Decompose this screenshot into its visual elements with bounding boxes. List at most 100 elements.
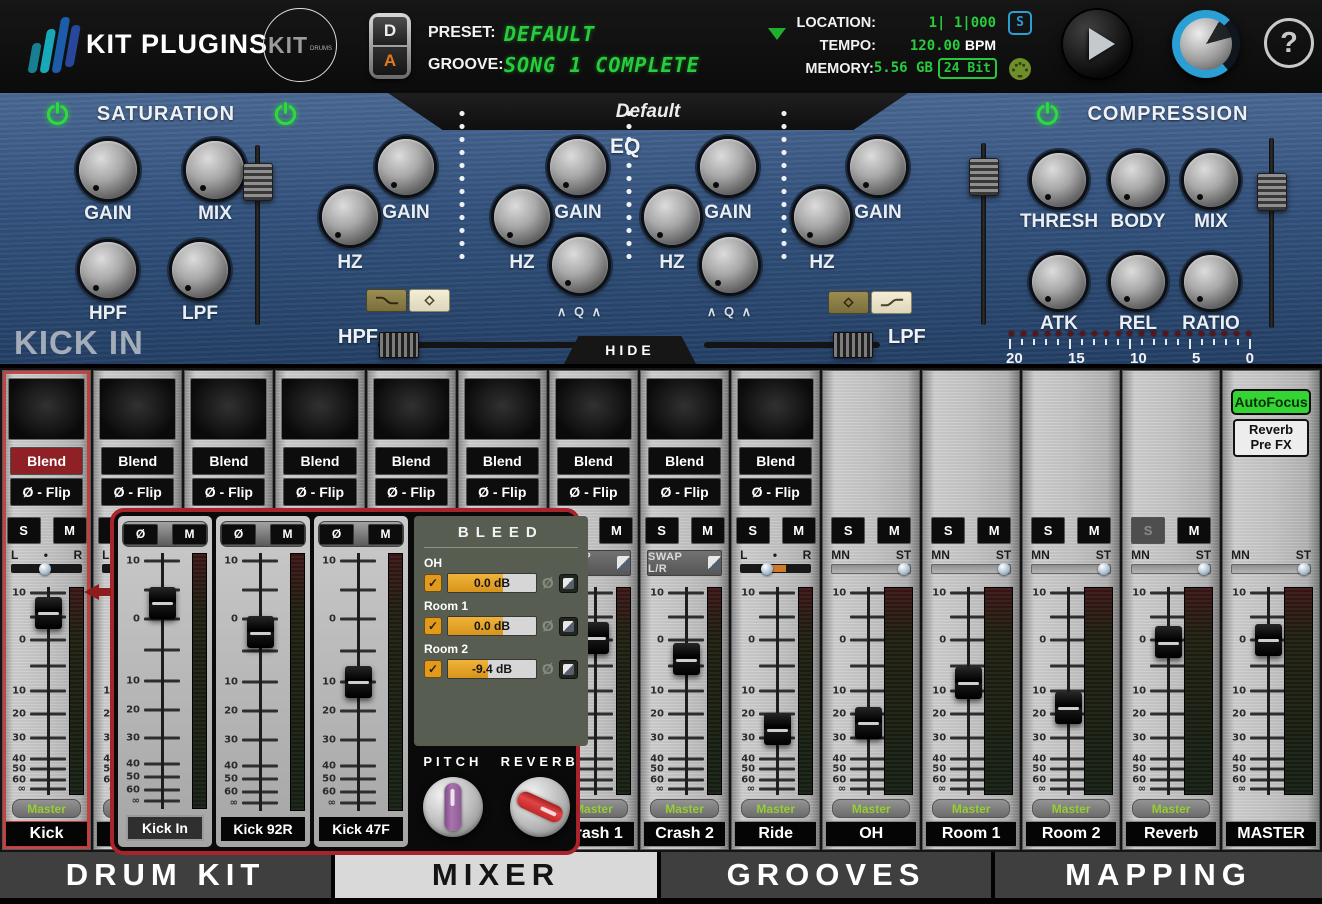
comp-mix-knob[interactable] [1184,153,1238,207]
master-route-button[interactable]: Master [932,799,1010,818]
eq-shape-bell-button[interactable] [409,289,450,312]
comp-attack-knob[interactable] [1032,255,1086,309]
eq-band-2-freq-knob[interactable] [494,189,550,245]
mute-button[interactable]: M [877,517,911,544]
pitch-knob[interactable] [423,777,483,837]
tab-grooves[interactable]: GROOVES [661,852,991,898]
blend-button[interactable]: Blend [739,447,812,475]
channel-name[interactable]: Kick [5,821,88,847]
blend-button[interactable]: Blend [10,447,83,475]
pan-control[interactable]: MNST [831,548,911,580]
eq-band-2-gain-knob[interactable] [550,139,606,195]
comp-thresh-knob[interactable] [1032,153,1086,207]
pan-control[interactable]: MNST [1031,548,1111,580]
fader-handle[interactable] [345,666,372,698]
phase-button[interactable]: Ø [319,524,354,545]
eq-output-slider[interactable] [981,143,986,325]
mute-button[interactable]: M [691,517,725,544]
saturation-hpf-knob[interactable] [80,242,136,298]
pan-control[interactable]: MNST [1131,548,1211,580]
pan-track[interactable] [1131,564,1211,574]
pan-handle[interactable] [1198,563,1210,575]
fader-handle[interactable] [955,667,982,699]
pan-handle[interactable] [1298,563,1310,575]
channel-name[interactable]: MASTER [1225,821,1317,847]
fader-handle[interactable] [764,713,791,745]
autofocus-button[interactable]: AutoFocus [1231,389,1311,415]
pan-handle[interactable] [998,563,1010,575]
groove-value[interactable]: SONG 1 COMPLETE [504,53,700,77]
pan-control[interactable]: L•R [740,548,811,580]
master-route-button[interactable]: Master [1132,799,1210,818]
swap-lr-button[interactable]: SWAP L/R [647,550,722,576]
tab-mixer[interactable]: MIXER [335,852,657,898]
eq-band-3-q-knob[interactable] [702,237,758,293]
channel-name[interactable]: Room 1 [925,821,1017,847]
reverb-knob[interactable] [510,777,570,837]
phase-flip-button[interactable]: Ø - Flip [648,478,721,506]
eq-shape-bell-button[interactable] [828,291,869,314]
mute-button[interactable]: M [977,517,1011,544]
master-route-button[interactable]: Master [12,799,81,818]
bleed-level-slider[interactable]: 0.0 dB [447,573,537,593]
solo-button[interactable]: S [645,517,679,544]
eq-band-4-gain-knob[interactable] [850,139,906,195]
eq-band-2-q-knob[interactable] [552,237,608,293]
mic-name[interactable]: Kick 47F [319,817,403,841]
saturation-gain-knob[interactable] [79,141,137,199]
pan-control[interactable]: MNST [931,548,1011,580]
hpf-slider-handle[interactable] [379,332,419,358]
master-route-button[interactable]: Master [650,799,719,818]
eq-band-4-freq-knob[interactable] [794,189,850,245]
eq-shape-shelfR-button[interactable] [871,291,912,314]
slider-handle[interactable] [243,163,273,201]
phase-flip-button[interactable]: Ø - Flip [466,478,539,506]
phase-flip-button[interactable]: Ø - Flip [739,478,812,506]
pan-track[interactable] [11,564,82,573]
pan-handle[interactable] [898,563,910,575]
mute-button[interactable]: M [1077,517,1111,544]
fader-handle[interactable] [673,643,700,675]
phase-flip-button[interactable]: Ø - Flip [283,478,356,506]
pan-control[interactable]: MNST [1231,548,1311,580]
comp-body-knob[interactable] [1111,153,1165,207]
mute-button[interactable]: M [53,517,87,544]
solo-button[interactable]: S [1031,517,1065,544]
fader-handle[interactable] [1055,692,1082,724]
bleed-enable-checkbox[interactable]: ✓ [424,617,442,635]
eq-band-3-freq-knob[interactable] [644,189,700,245]
fader-handle[interactable] [247,616,274,648]
preset-dropdown-icon[interactable] [768,28,786,40]
eq-power-button[interactable] [272,101,299,128]
route-button[interactable] [559,660,578,679]
compression-power-button[interactable] [1034,101,1061,128]
pan-handle[interactable] [39,563,51,575]
pan-control[interactable]: L•R [11,548,82,580]
pan-track[interactable] [740,564,811,573]
solo-button[interactable]: S [1131,517,1165,544]
master-volume-knob[interactable] [1172,10,1240,78]
mute-button[interactable]: M [270,524,305,545]
lpf-slider-handle[interactable] [833,332,873,358]
phase-button[interactable]: Ø [123,524,158,545]
saturation-power-button[interactable] [44,101,71,128]
solo-button[interactable]: S [931,517,965,544]
pan-track[interactable] [931,564,1011,574]
eq-band-1-freq-knob[interactable] [322,189,378,245]
phase-flip-button[interactable]: Ø - Flip [192,478,265,506]
da-toggle-analog[interactable]: A [373,47,407,75]
mute-button[interactable]: M [1177,517,1211,544]
channel-name[interactable]: Room 2 [1025,821,1117,847]
tab-mapping[interactable]: MAPPING [995,852,1322,898]
channel-name[interactable]: Ride [734,821,817,847]
channel-name[interactable]: OH [825,821,917,847]
pan-track[interactable] [1031,564,1111,574]
hide-panel-button[interactable]: HIDE [564,336,696,364]
comp-output-slider[interactable] [1269,138,1274,328]
blend-button[interactable]: Blend [283,447,356,475]
slider-handle[interactable] [1257,173,1287,211]
solo-button[interactable]: S [736,517,770,544]
fader-handle[interactable] [35,597,62,629]
solo-button[interactable]: S [7,517,41,544]
blend-button[interactable]: Blend [557,447,630,475]
